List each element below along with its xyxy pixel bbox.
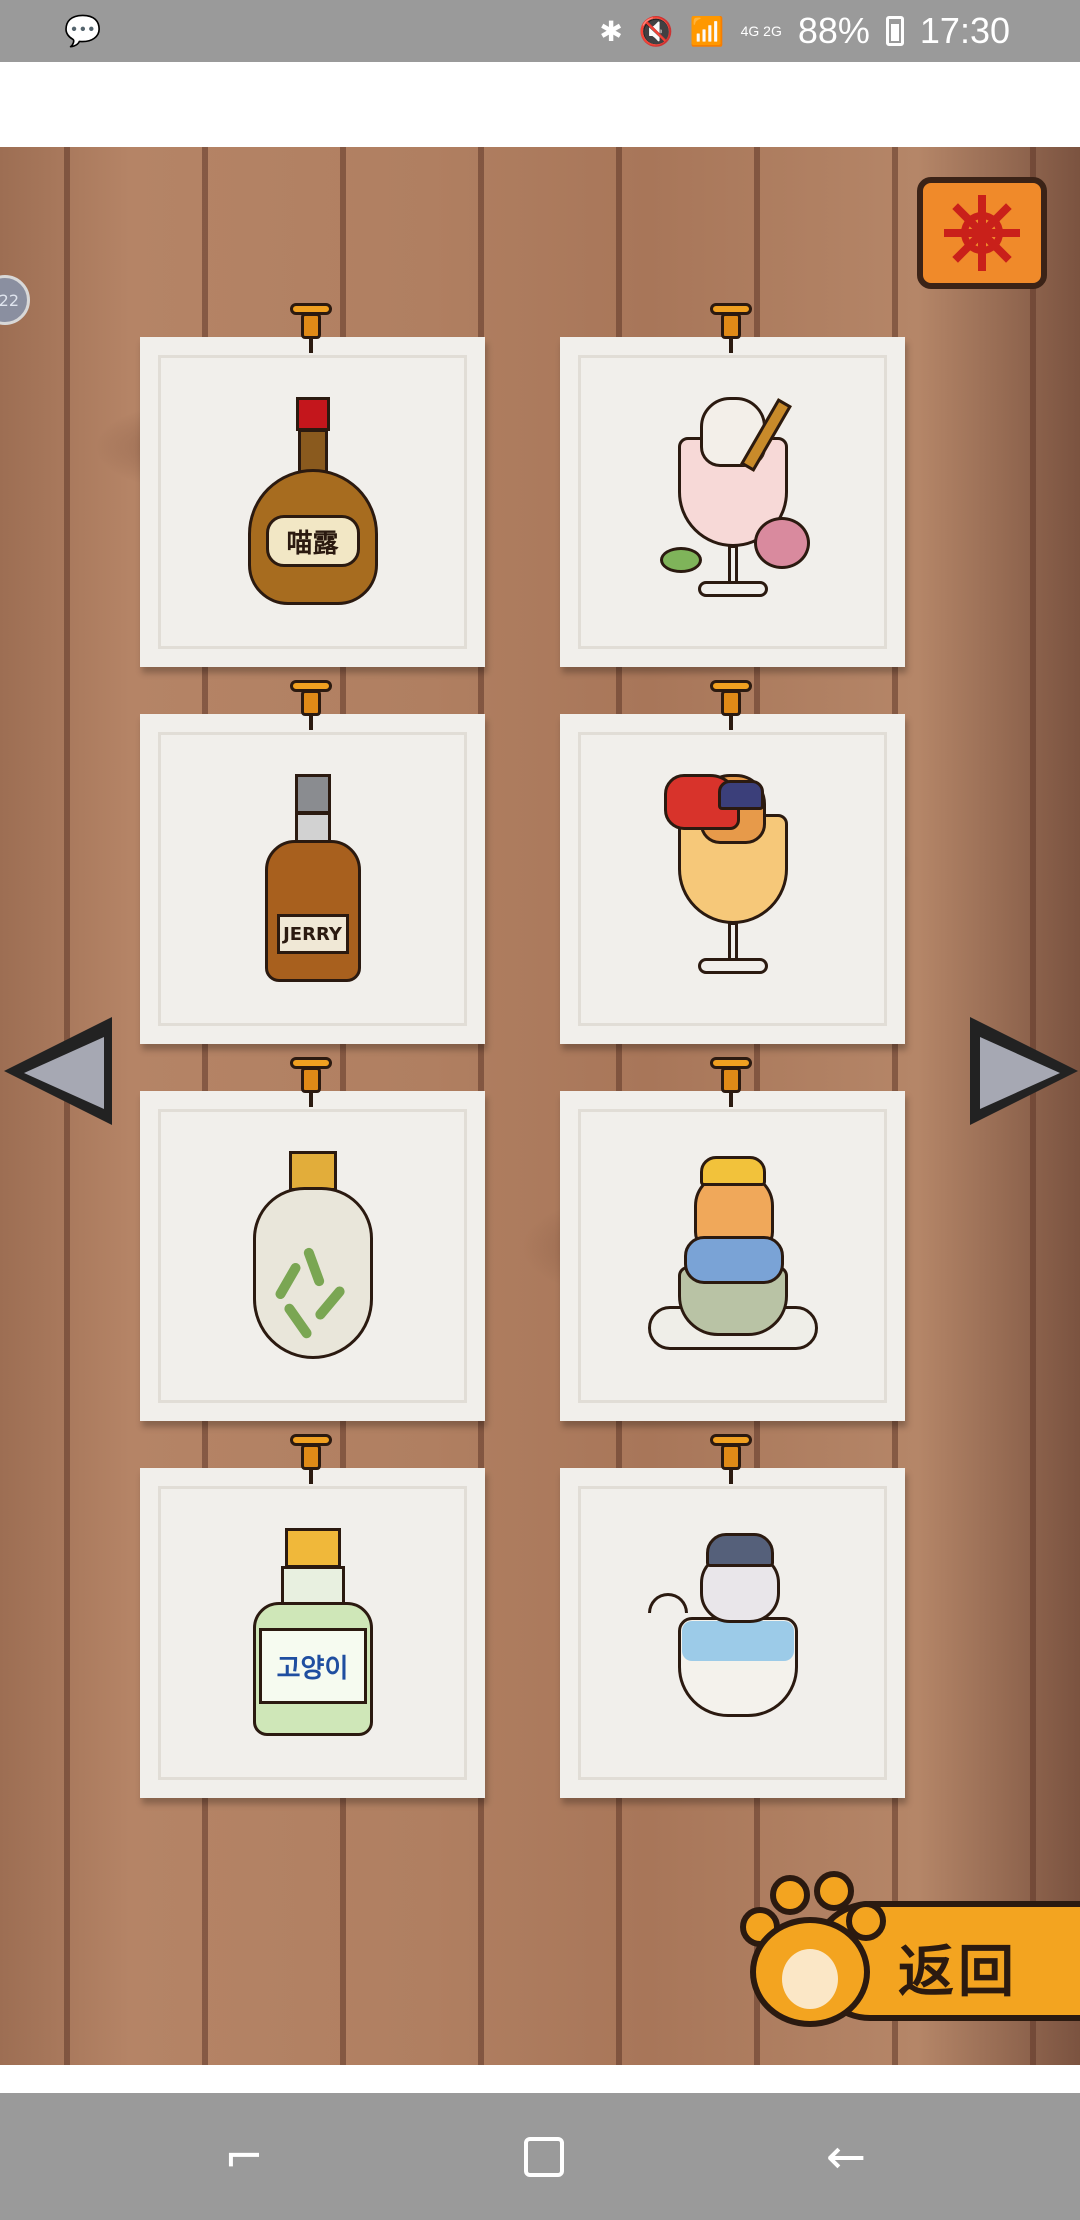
home-icon xyxy=(524,2137,564,2177)
system-back-button[interactable]: ← xyxy=(816,2127,876,2187)
status-right-group: ✱ 🔇 📶 4G 2G 88% 17:30 xyxy=(599,10,1010,52)
top-white-band xyxy=(0,62,1080,147)
pin-icon xyxy=(708,680,754,730)
collection-card-4[interactable] xyxy=(560,680,905,1044)
network-type: 4G 2G xyxy=(740,23,782,39)
cat-teacup-icon xyxy=(647,1156,818,1356)
cat-cocktail-rose-icon xyxy=(658,397,810,607)
side-float-badge[interactable]: 22 xyxy=(0,275,30,325)
collection-card-8[interactable] xyxy=(560,1434,905,1798)
bamboo-vase-bottle-icon xyxy=(252,1151,373,1361)
left-arrow-icon xyxy=(24,1037,104,1109)
system-nav-bar: ⌐ ← xyxy=(0,2093,1080,2220)
pin-icon xyxy=(288,1057,334,1107)
collection-card-1[interactable]: 喵露 xyxy=(140,303,485,667)
battery-icon xyxy=(885,16,904,46)
recent-apps-button[interactable]: ⌐ xyxy=(214,2127,274,2187)
bottle-label: JERRY xyxy=(276,914,349,954)
pin-icon xyxy=(288,303,334,353)
collection-card-3[interactable]: JERRY xyxy=(140,680,485,1044)
back-icon: ← xyxy=(825,2129,867,2185)
whisky-bottle-icon: JERRY xyxy=(263,774,363,984)
bottle-label: 고양이 xyxy=(258,1628,367,1704)
bluetooth-icon: ✱ xyxy=(599,15,623,47)
amber-liquor-bottle-icon: 喵露 xyxy=(247,397,378,607)
collection-card-6[interactable] xyxy=(560,1057,905,1421)
collection-card-7[interactable]: 고양이 xyxy=(140,1434,485,1798)
battery-percent: 88% xyxy=(797,10,870,51)
collection-card-5[interactable] xyxy=(140,1057,485,1421)
back-button[interactable]: 返回 xyxy=(730,1867,1080,2037)
right-arrow-icon xyxy=(980,1037,1060,1109)
mute-icon: 🔇 xyxy=(638,15,674,47)
pin-icon xyxy=(708,1057,754,1107)
bottle-label: 喵露 xyxy=(265,515,360,567)
pin-icon xyxy=(288,680,334,730)
cat-bowl-icon xyxy=(647,1533,818,1733)
status-bar: 💬 ✱ 🔇 📶 4G 2G 88% 17:30 xyxy=(0,0,1080,62)
pin-icon xyxy=(708,1434,754,1484)
cat-orange-cocktail-icon xyxy=(658,774,808,984)
pin-icon xyxy=(288,1434,334,1484)
paw-icon xyxy=(730,1867,890,2037)
settings-button[interactable] xyxy=(917,177,1047,289)
home-button[interactable] xyxy=(514,2127,574,2187)
pin-icon xyxy=(708,303,754,353)
wifi-icon: 📶 xyxy=(689,15,725,47)
back-button-label: 返回 xyxy=(898,1940,1018,2005)
wechat-icon: 💬 xyxy=(64,14,102,49)
gear-icon xyxy=(944,195,1020,271)
side-badge-text: 22 xyxy=(0,290,19,310)
clock: 17:30 xyxy=(919,10,1010,51)
recent-apps-icon: ⌐ xyxy=(223,2129,265,2185)
game-board: 22 喵露 JERRY 고양이 返回 xyxy=(0,147,1080,2065)
green-soju-bottle-icon: 고양이 xyxy=(252,1528,373,1738)
bottom-white-band xyxy=(0,2065,1080,2093)
collection-card-2[interactable] xyxy=(560,303,905,667)
